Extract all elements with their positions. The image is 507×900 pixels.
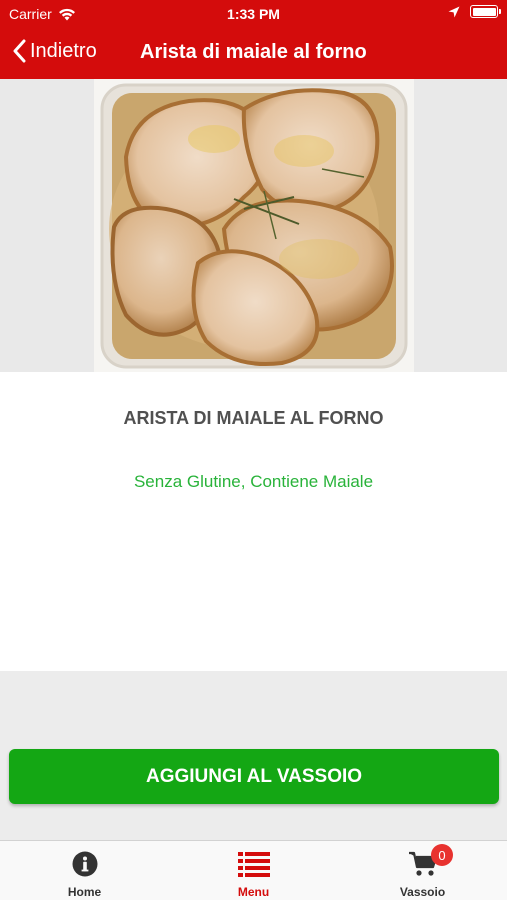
product-image-area — [0, 79, 507, 372]
tab-bar: Home Menu Vassoio — [0, 840, 507, 900]
status-bar: Carrier 1:33 PM — [0, 0, 507, 28]
cart-count-badge: 0 — [431, 844, 453, 866]
tab-tray-label: Vassoio — [399, 885, 446, 899]
tab-menu-label: Menu — [237, 885, 270, 899]
status-time: 1:33 PM — [227, 6, 280, 22]
back-button[interactable]: Indietro — [12, 39, 97, 63]
status-right — [448, 5, 501, 18]
tab-home[interactable]: Home — [0, 841, 169, 900]
navigation-bar: Indietro Arista di maiale al forno — [0, 28, 507, 79]
product-info-card: ARISTA DI MAIALE AL FORNO Senza Glutine,… — [0, 372, 507, 671]
tab-home-label: Home — [67, 885, 102, 899]
tab-menu[interactable]: Menu — [169, 841, 338, 900]
back-label: Indietro — [30, 39, 97, 62]
menu-list-icon — [237, 852, 270, 877]
app-header: Carrier 1:33 PM Indietro Arista di maial… — [0, 0, 507, 79]
product-tags: Senza Glutine, Contiene Maiale — [133, 472, 374, 491]
info-icon — [72, 851, 97, 877]
chevron-left-icon — [13, 39, 26, 63]
location-arrow-icon — [448, 6, 460, 17]
add-to-tray-button[interactable]: AGGIUNGI AL VASSOIO — [9, 749, 499, 804]
battery-icon — [470, 5, 501, 18]
page-title: Arista di maiale al forno — [140, 41, 367, 63]
product-photo — [94, 79, 414, 372]
product-name: ARISTA DI MAIALE AL FORNO — [123, 408, 384, 428]
tab-tray[interactable]: Vassoio — [338, 841, 507, 900]
